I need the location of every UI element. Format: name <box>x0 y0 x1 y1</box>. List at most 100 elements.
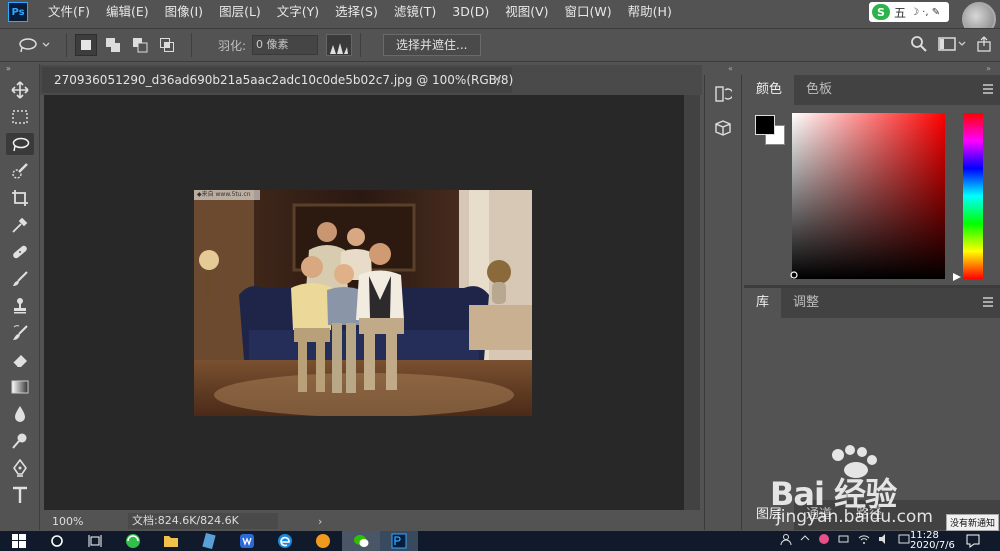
add-selection-icon <box>106 38 120 52</box>
tab-adjustments[interactable]: 调整 <box>781 288 831 318</box>
menu-window[interactable]: 窗口(W) <box>557 0 620 24</box>
anti-alias-icon <box>330 43 349 54</box>
hue-marker-icon[interactable] <box>953 273 961 281</box>
quick-select-tool[interactable] <box>0 157 40 184</box>
marquee-tool-icon <box>12 109 28 124</box>
taskbar-clock[interactable]: 11:28 2020/7/6 <box>910 531 955 551</box>
menu-layer[interactable]: 图层(L) <box>211 0 269 24</box>
pen-tool[interactable] <box>0 454 40 481</box>
intersect-selection-button[interactable] <box>156 34 178 56</box>
anti-alias-button[interactable] <box>326 34 353 56</box>
action-center-icon[interactable] <box>966 534 980 551</box>
tab-color[interactable]: 颜色 <box>744 75 795 105</box>
panel-menu-icon[interactable] <box>982 83 994 95</box>
taskbar-wps[interactable] <box>228 531 266 551</box>
tab-swatches[interactable]: 色板 <box>794 75 844 105</box>
ime-mode-label[interactable]: 五 <box>894 4 906 21</box>
taskbar-file-explorer[interactable] <box>152 531 190 551</box>
taskbar-edge[interactable] <box>266 531 304 551</box>
menu-type[interactable]: 文字(Y) <box>269 0 327 24</box>
document-tab[interactable]: 270936051290_d36ad690b21a5aac2adc10c0de5… <box>42 67 513 93</box>
photoshop-logo-icon[interactable]: Ps <box>8 2 28 22</box>
move-tool-icon <box>11 80 29 99</box>
foreground-color-swatch[interactable] <box>755 115 775 135</box>
ime-toolbar[interactable]: S 五 ☽ ·, ✎ <box>869 2 949 22</box>
quick-select-tool-icon <box>12 162 28 179</box>
search-icon[interactable] <box>910 35 928 53</box>
clock-date: 2020/7/6 <box>910 540 955 551</box>
clone-stamp-tool[interactable] <box>0 292 40 319</box>
menu-3d[interactable]: 3D(D) <box>444 0 497 24</box>
add-to-selection-button[interactable] <box>102 34 124 56</box>
taskbar-photoshop[interactable] <box>380 531 418 551</box>
taskbar-dps[interactable] <box>304 531 342 551</box>
tools-panel: » <box>0 64 40 530</box>
options-bar: 羽化: 0 像素 选择并遮住... <box>0 28 1000 62</box>
eyedropper-tool[interactable] <box>0 211 40 238</box>
taskbar-notes-app[interactable] <box>190 531 228 551</box>
menu-help[interactable]: 帮助(H) <box>620 0 680 24</box>
taskbar-360-browser[interactable] <box>114 531 152 551</box>
tool-preset-picker[interactable] <box>18 32 58 58</box>
document-info[interactable]: 文档:824.6K/824.6K <box>128 513 278 529</box>
people-icon[interactable] <box>780 533 792 545</box>
cube-icon <box>715 120 731 136</box>
blur-tool[interactable] <box>0 400 40 427</box>
new-selection-button[interactable] <box>75 34 97 56</box>
brush-tool[interactable] <box>0 265 40 292</box>
history-brush-tool[interactable] <box>0 319 40 346</box>
menu-filter[interactable]: 滤镜(T) <box>386 0 444 24</box>
pink-app-icon[interactable] <box>818 533 830 545</box>
healing-brush-tool[interactable] <box>0 238 40 265</box>
marquee-tool[interactable] <box>0 103 40 130</box>
zoom-level[interactable]: 100% <box>44 515 94 528</box>
menu-bar: Ps 文件(F) 编辑(E) 图像(I) 图层(L) 文字(Y) 选择(S) 滤… <box>0 0 1000 24</box>
menu-image[interactable]: 图像(I) <box>157 0 211 24</box>
status-bar: 100% 文档:824.6K/824.6K › <box>44 511 684 531</box>
dodge-tool[interactable] <box>0 427 40 454</box>
vertical-scrollbar[interactable] <box>684 95 700 510</box>
menu-select[interactable]: 选择(S) <box>327 0 386 24</box>
panel-menu-icon[interactable] <box>982 296 994 308</box>
search-taskbar-button[interactable] <box>38 531 76 551</box>
menu-file[interactable]: 文件(F) <box>40 0 98 24</box>
color-field[interactable] <box>792 113 945 279</box>
feather-input[interactable]: 0 像素 <box>252 35 319 55</box>
status-menu-arrow-icon[interactable]: › <box>318 515 322 528</box>
subtract-from-selection-button[interactable] <box>129 34 151 56</box>
taskbar-wechat[interactable] <box>342 531 380 551</box>
menu-view[interactable]: 视图(V) <box>497 0 556 24</box>
lasso-tool[interactable] <box>0 130 40 157</box>
menu-edit[interactable]: 编辑(E) <box>98 0 157 24</box>
3d-panel-button[interactable] <box>705 113 741 143</box>
move-tool[interactable] <box>0 76 40 103</box>
share-icon[interactable] <box>976 36 992 52</box>
color-panel <box>744 105 1000 285</box>
crop-tool[interactable] <box>0 184 40 211</box>
input-method-icon[interactable] <box>898 533 910 545</box>
collapse-panel-icons-icon[interactable]: « <box>728 64 733 73</box>
hue-slider[interactable] <box>963 113 983 279</box>
color-picker-marker-icon <box>790 271 798 279</box>
start-button[interactable] <box>0 531 38 551</box>
battery-icon[interactable] <box>838 533 850 545</box>
dps-icon <box>316 534 330 548</box>
type-tool[interactable] <box>0 481 40 508</box>
volume-icon[interactable] <box>878 533 890 545</box>
task-view-button[interactable] <box>76 531 114 551</box>
expand-panels-icon[interactable]: » <box>986 64 991 73</box>
wifi-icon[interactable] <box>858 533 870 545</box>
close-document-icon[interactable]: × <box>492 72 502 86</box>
blur-tool-icon <box>15 405 25 422</box>
tab-libraries[interactable]: 库 <box>744 288 782 318</box>
collapse-left-icon[interactable]: » <box>6 64 11 73</box>
ime-tray-marks[interactable]: ☽ ·, ✎ <box>910 7 940 18</box>
select-and-mask-button[interactable]: 选择并遮住... <box>383 34 481 56</box>
eraser-tool[interactable] <box>0 346 40 373</box>
color-panel-tabs: 颜色 色板 <box>744 75 1000 105</box>
gradient-tool[interactable] <box>0 373 40 400</box>
workspace-icon[interactable] <box>938 36 966 52</box>
notification-tooltip: 没有新通知 <box>946 514 1000 531</box>
up-arrow-icon[interactable] <box>800 533 810 543</box>
history-panel-button[interactable] <box>705 79 741 109</box>
